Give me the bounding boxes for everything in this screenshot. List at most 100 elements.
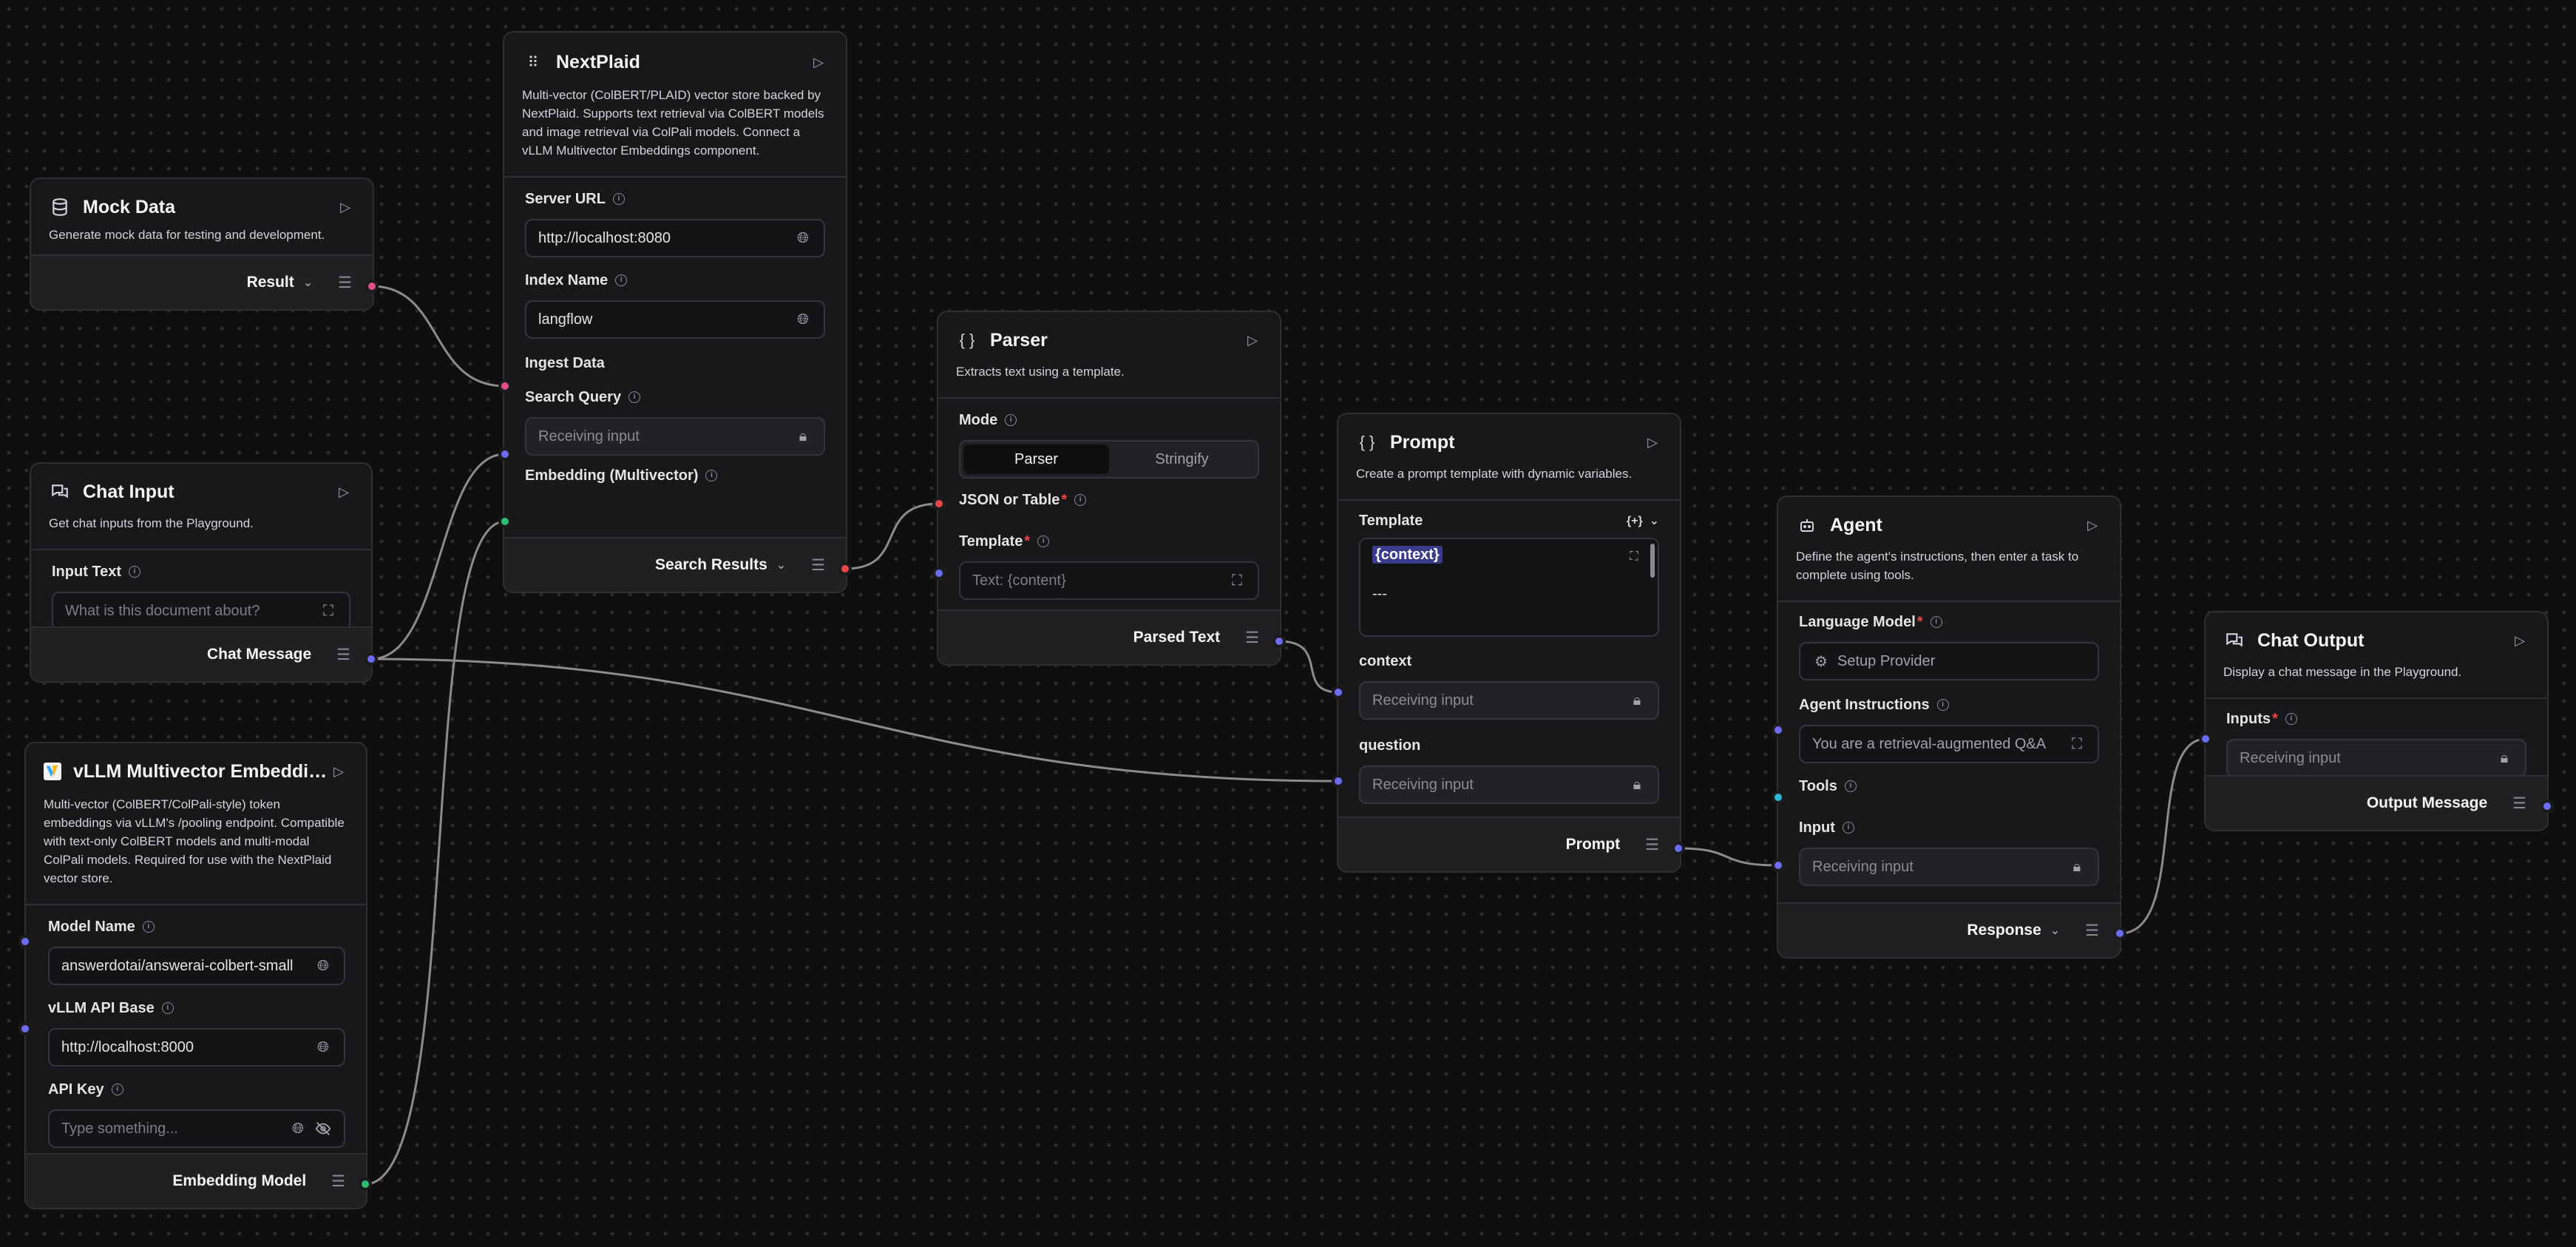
info-icon[interactable]: i bbox=[129, 566, 141, 578]
filter-icon[interactable]: ☰ bbox=[336, 646, 350, 664]
info-icon[interactable]: i bbox=[1842, 822, 1854, 834]
info-icon[interactable]: i bbox=[1930, 616, 1942, 628]
nextplaid-node[interactable]: ⠿ NextPlaid ▷ Multi-vector (ColBERT/PLAI… bbox=[503, 31, 847, 593]
info-icon[interactable]: i bbox=[1936, 699, 1949, 711]
info-icon[interactable]: i bbox=[1844, 780, 1857, 792]
embedding-model-output-handle[interactable] bbox=[359, 1177, 372, 1191]
output-label[interactable]: Search Results bbox=[655, 556, 767, 574]
run-icon[interactable]: ▷ bbox=[1243, 331, 1262, 350]
output-row[interactable]: Output Message ☰ bbox=[2206, 775, 2547, 830]
chat-output-node[interactable]: Chat Output ▷ Display a chat message in … bbox=[2204, 611, 2549, 831]
info-icon[interactable]: i bbox=[111, 1084, 123, 1095]
api-base-handle[interactable] bbox=[18, 1022, 32, 1035]
globe-icon[interactable]: 🌐︎ bbox=[314, 957, 332, 975]
run-icon[interactable]: ▷ bbox=[1643, 433, 1662, 452]
info-icon[interactable]: i bbox=[2285, 713, 2297, 725]
info-icon[interactable]: i bbox=[612, 193, 625, 205]
output-label[interactable]: Response bbox=[1967, 922, 2041, 939]
instructions-input[interactable]: You are a retrieval-augmented Q&A ⛶ bbox=[1799, 725, 2099, 763]
globe-icon[interactable]: 🌐︎ bbox=[289, 1120, 307, 1138]
response-output-handle[interactable] bbox=[2113, 927, 2126, 940]
eye-off-icon[interactable] bbox=[314, 1120, 332, 1138]
output-row[interactable]: Prompt ☰ bbox=[1338, 817, 1680, 871]
chat-input-node[interactable]: Chat Input ▷ Get chat inputs from the Pl… bbox=[30, 462, 373, 683]
info-icon[interactable]: i bbox=[1074, 494, 1087, 506]
info-icon[interactable]: i bbox=[705, 470, 718, 481]
filter-icon[interactable]: ☰ bbox=[338, 274, 352, 292]
server-url-input[interactable]: http://localhost:8080 🌐︎ bbox=[525, 219, 825, 257]
output-label[interactable]: Parsed Text bbox=[1133, 629, 1221, 646]
output-label[interactable]: Embedding Model bbox=[172, 1172, 306, 1190]
index-name-input[interactable]: langflow 🌐︎ bbox=[525, 300, 825, 339]
scrollbar[interactable] bbox=[1650, 544, 1655, 578]
model-name-handle[interactable] bbox=[18, 935, 32, 948]
run-icon[interactable]: ▷ bbox=[2083, 516, 2102, 535]
inputs-handle[interactable] bbox=[2199, 732, 2212, 746]
chat-message-output-handle[interactable] bbox=[365, 652, 378, 666]
ingest-data-handle[interactable] bbox=[498, 379, 512, 393]
filter-icon[interactable]: ☰ bbox=[811, 556, 825, 575]
run-icon[interactable]: ▷ bbox=[336, 197, 355, 217]
output-row[interactable]: Search Results ⌄ ☰ bbox=[504, 537, 846, 592]
expand-icon[interactable]: ⛶ bbox=[1625, 548, 1643, 566]
run-icon[interactable]: ▷ bbox=[2510, 631, 2529, 650]
filter-icon[interactable]: ☰ bbox=[2085, 922, 2099, 940]
output-message-handle[interactable] bbox=[2541, 800, 2554, 813]
mode-option-stringify[interactable]: Stringify bbox=[1109, 445, 1255, 474]
vllm-node[interactable]: vLLM Multivector Embeddin... ▷ Multi-vec… bbox=[24, 742, 367, 1209]
output-row[interactable]: Chat Message ☰ bbox=[31, 626, 371, 681]
agent-input-handle[interactable] bbox=[1772, 859, 1785, 872]
chevron-down-icon[interactable]: ⌄ bbox=[2050, 923, 2060, 938]
info-icon[interactable]: i bbox=[161, 1002, 174, 1014]
expand-icon[interactable]: ⛶ bbox=[1228, 572, 1246, 589]
filter-icon[interactable]: ☰ bbox=[1245, 629, 1259, 647]
agent-node[interactable]: Agent ▷ Define the agent's instructions,… bbox=[1777, 496, 2121, 959]
language-model-select[interactable]: ⚙︎ Setup Provider bbox=[1799, 642, 2099, 680]
info-icon[interactable]: i bbox=[628, 391, 641, 403]
mock-data-output-handle[interactable] bbox=[365, 280, 379, 293]
prompt-node[interactable]: { } Prompt ▷ Create a prompt template wi… bbox=[1337, 413, 1681, 873]
run-icon[interactable]: ▷ bbox=[334, 482, 353, 501]
instructions-input-handle[interactable] bbox=[1772, 723, 1785, 737]
search-query-handle[interactable] bbox=[498, 447, 512, 461]
output-label[interactable]: Result bbox=[247, 274, 294, 291]
filter-icon[interactable]: ☰ bbox=[1645, 836, 1659, 854]
info-icon[interactable]: i bbox=[1005, 414, 1017, 426]
tools-input-handle[interactable] bbox=[1772, 791, 1785, 804]
filter-icon[interactable]: ☰ bbox=[331, 1172, 345, 1191]
mode-toggle[interactable]: Parser Stringify bbox=[959, 440, 1259, 479]
search-results-output-handle[interactable] bbox=[838, 562, 852, 575]
api-key-input[interactable]: Type something... 🌐︎ bbox=[48, 1109, 345, 1148]
api-base-input[interactable]: http://localhost:8000 🌐︎ bbox=[48, 1028, 345, 1067]
chevron-down-icon[interactable]: ⌄ bbox=[303, 275, 313, 290]
output-row[interactable]: Embedding Model ☰ bbox=[26, 1153, 366, 1208]
context-input-handle[interactable] bbox=[1332, 686, 1345, 699]
input-text-field-box[interactable]: What is this document about? ⛶ bbox=[52, 592, 350, 630]
embedding-handle[interactable] bbox=[498, 515, 512, 528]
expand-icon[interactable]: ⛶ bbox=[319, 602, 337, 620]
template-input-handle[interactable] bbox=[932, 567, 946, 580]
globe-icon[interactable]: 🌐︎ bbox=[794, 229, 812, 247]
filter-icon[interactable]: ☰ bbox=[2512, 794, 2526, 813]
globe-icon[interactable]: 🌐︎ bbox=[794, 311, 812, 328]
chevron-down-icon[interactable]: ⌄ bbox=[776, 558, 786, 572]
info-icon[interactable]: i bbox=[142, 921, 155, 933]
output-label[interactable]: Prompt bbox=[1566, 836, 1621, 854]
output-label[interactable]: Chat Message bbox=[207, 646, 311, 663]
model-name-input[interactable]: answerdotai/answerai-colbert-small 🌐︎ bbox=[48, 947, 345, 985]
output-row[interactable]: Result ⌄ ☰ bbox=[31, 254, 373, 309]
template-variable-tag[interactable]: {+} ⌄ bbox=[1627, 513, 1659, 528]
json-input-handle[interactable] bbox=[932, 497, 946, 510]
output-row[interactable]: Parsed Text ☰ bbox=[938, 609, 1280, 664]
question-input-handle[interactable] bbox=[1332, 774, 1345, 788]
output-label[interactable]: Output Message bbox=[2367, 794, 2487, 812]
info-icon[interactable]: i bbox=[1037, 535, 1050, 547]
output-row[interactable]: Response ⌄ ☰ bbox=[1778, 902, 2120, 957]
run-icon[interactable]: ▷ bbox=[809, 53, 828, 72]
parsed-text-output-handle[interactable] bbox=[1272, 635, 1286, 648]
prompt-output-handle[interactable] bbox=[1672, 842, 1685, 855]
template-input[interactable]: Text: {content} ⛶ bbox=[959, 561, 1259, 600]
run-icon[interactable]: ▷ bbox=[329, 762, 348, 781]
expand-icon[interactable]: ⛶ bbox=[2068, 735, 2086, 753]
info-icon[interactable]: i bbox=[615, 274, 628, 286]
